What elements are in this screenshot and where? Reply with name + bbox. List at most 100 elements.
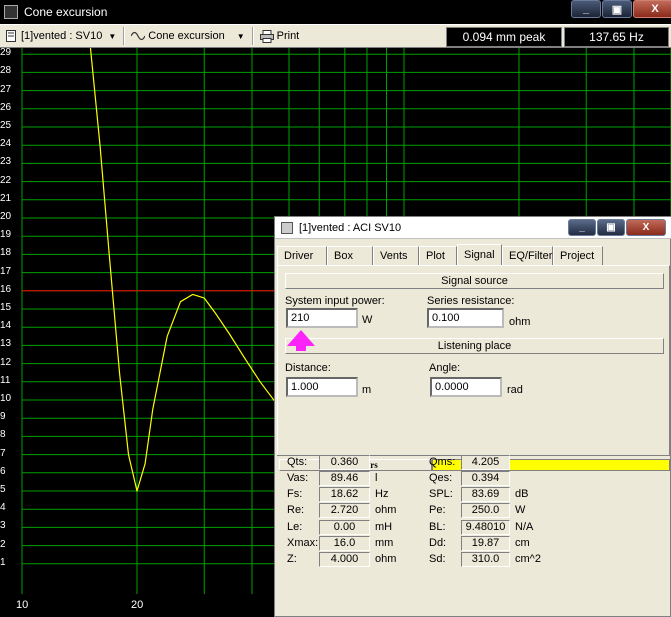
param-unit: mH [375, 521, 393, 533]
param-label: Sd: [429, 553, 446, 565]
y-tick-label: 12 [0, 356, 12, 368]
y-tick-label: 20 [0, 211, 12, 222]
y-tick-label: 24 [0, 138, 12, 150]
x-tick-label: 20 [130, 599, 144, 611]
signal-source-header: Signal source [285, 273, 664, 289]
distance-label: Distance: [285, 362, 331, 374]
project-select[interactable]: [1]vented : SV10 ▼ [0, 26, 120, 46]
param-label: Fs: [287, 488, 303, 500]
toolbar: [1]vented : SV10 ▼ Cone excursion ▼ Prin… [0, 24, 671, 48]
app-icon [4, 5, 18, 19]
dialog-controls: _ ▣ X [568, 219, 666, 236]
y-tick-label: 7 [0, 447, 6, 459]
param-unit: N/A [515, 521, 534, 533]
excursion-readout: 0.094 mm peak [446, 27, 562, 47]
y-tick-label: 9 [0, 411, 6, 423]
print-label: Print [276, 30, 300, 42]
y-tick-label: 8 [0, 429, 6, 441]
param-value: 89.46 [319, 471, 370, 486]
param-label: Xmax: [287, 537, 319, 549]
param-value: 310.0 [461, 552, 510, 567]
resistance-unit: ohm [509, 316, 531, 328]
tab-eq-filter[interactable]: EQ/Filter [502, 246, 553, 265]
toolbar-divider [123, 27, 125, 45]
param-value: 16.0 [319, 536, 370, 551]
dialog-icon [281, 221, 293, 234]
graph-select-label: Cone excursion [148, 30, 225, 42]
distance-field[interactable] [286, 377, 358, 397]
param-unit: cm [515, 537, 530, 549]
y-tick-label: 22 [0, 174, 12, 186]
box-settings-dialog: [1]vented : ACI SV10 _ ▣ X Driver Box Vent… [274, 216, 671, 617]
y-tick-label: 26 [0, 101, 12, 113]
y-tick-label: 29 [0, 47, 12, 59]
param-unit: cm^2 [515, 553, 541, 565]
y-tick-label: 21 [0, 192, 12, 204]
y-tick-label: 2 [0, 538, 6, 550]
wave-icon [131, 29, 146, 43]
tab-driver[interactable]: Driver [277, 246, 327, 265]
y-tick-label: 3 [0, 520, 6, 532]
param-value: 0.00 [319, 520, 370, 535]
listening-place-header: Listening place [285, 338, 664, 354]
y-tick-label: 28 [0, 65, 12, 77]
tab-signal[interactable]: Signal [457, 244, 502, 265]
dialog-title: [1]vented : ACI SV10 [299, 221, 402, 234]
param-unit: ohm [375, 553, 397, 565]
y-tick-label: 5 [0, 484, 6, 495]
app-window: Cone excursion _ ▣ X [1]vented : SV10 ▼ … [0, 0, 671, 617]
document-icon [4, 29, 18, 43]
param-unit: mm [375, 537, 394, 549]
close-button[interactable]: X [633, 0, 671, 18]
series-resistance-field[interactable] [427, 308, 504, 328]
y-tick-label: 4 [0, 502, 6, 514]
parameters-panel: Parameters Qts:0.360Vas:89.46lFs:18.62Hz… [277, 455, 670, 616]
param-label: Qts: [287, 456, 308, 468]
chevron-down-icon: ▼ [108, 31, 117, 41]
chevron-down-icon: ▼ [236, 31, 245, 41]
param-unit: W [515, 504, 526, 516]
param-value: 19.87 [461, 536, 510, 551]
tab-project[interactable]: Project [553, 246, 603, 265]
param-label: Le: [287, 521, 303, 533]
project-select-label: [1]vented : SV10 [21, 30, 103, 42]
window-title: Cone excursion [24, 5, 108, 19]
y-tick-label: 19 [0, 229, 12, 241]
window-controls: _ ▣ X [571, 0, 671, 18]
y-tick-label: 6 [0, 465, 6, 477]
print-button[interactable]: Print [256, 26, 304, 46]
maximize-button[interactable]: ▣ [602, 0, 632, 18]
tab-plot[interactable]: Plot [419, 246, 457, 265]
minimize-button[interactable]: _ [571, 0, 601, 18]
excursion-curve [89, 48, 276, 492]
param-label: Qes: [429, 472, 453, 484]
system-input-power-field[interactable] [286, 308, 358, 328]
tab-box[interactable]: Box [327, 246, 373, 265]
dialog-title-bar: [1]vented : ACI SV10 _ ▣ X [275, 217, 671, 239]
tab-vents[interactable]: Vents [373, 246, 419, 265]
param-value: 83.69 [461, 487, 510, 502]
y-tick-label: 23 [0, 156, 12, 168]
y-tick-label: 13 [0, 338, 12, 350]
param-unit: Hz [375, 488, 389, 500]
dialog-close-button[interactable]: X [626, 219, 666, 236]
param-label: Dd: [429, 537, 447, 549]
frequency-readout: 137.65 Hz [564, 27, 669, 47]
angle-label: Angle: [429, 362, 461, 374]
y-tick-label: 25 [0, 120, 12, 131]
y-tick-label: 18 [0, 247, 12, 259]
graph-select[interactable]: Cone excursion ▼ [127, 26, 248, 46]
param-value: 9.48010 [461, 520, 510, 535]
param-unit: l [375, 472, 378, 484]
param-value: 2.720 [319, 503, 370, 518]
angle-field[interactable] [430, 377, 502, 397]
pointer-arrow-icon [287, 330, 315, 351]
dialog-minimize-button[interactable]: _ [568, 219, 596, 236]
y-tick-label: 1 [0, 556, 6, 568]
y-tick-label: 11 [0, 374, 11, 386]
param-label: Vas: [287, 472, 309, 484]
dialog-maximize-button[interactable]: ▣ [597, 219, 625, 236]
distance-unit: m [362, 384, 372, 396]
signal-tab-panel: Signal source System input power: W Seri… [277, 265, 670, 457]
dialog-tabs: Driver Box Vents Plot Signal EQ/Filter Project [277, 244, 603, 265]
